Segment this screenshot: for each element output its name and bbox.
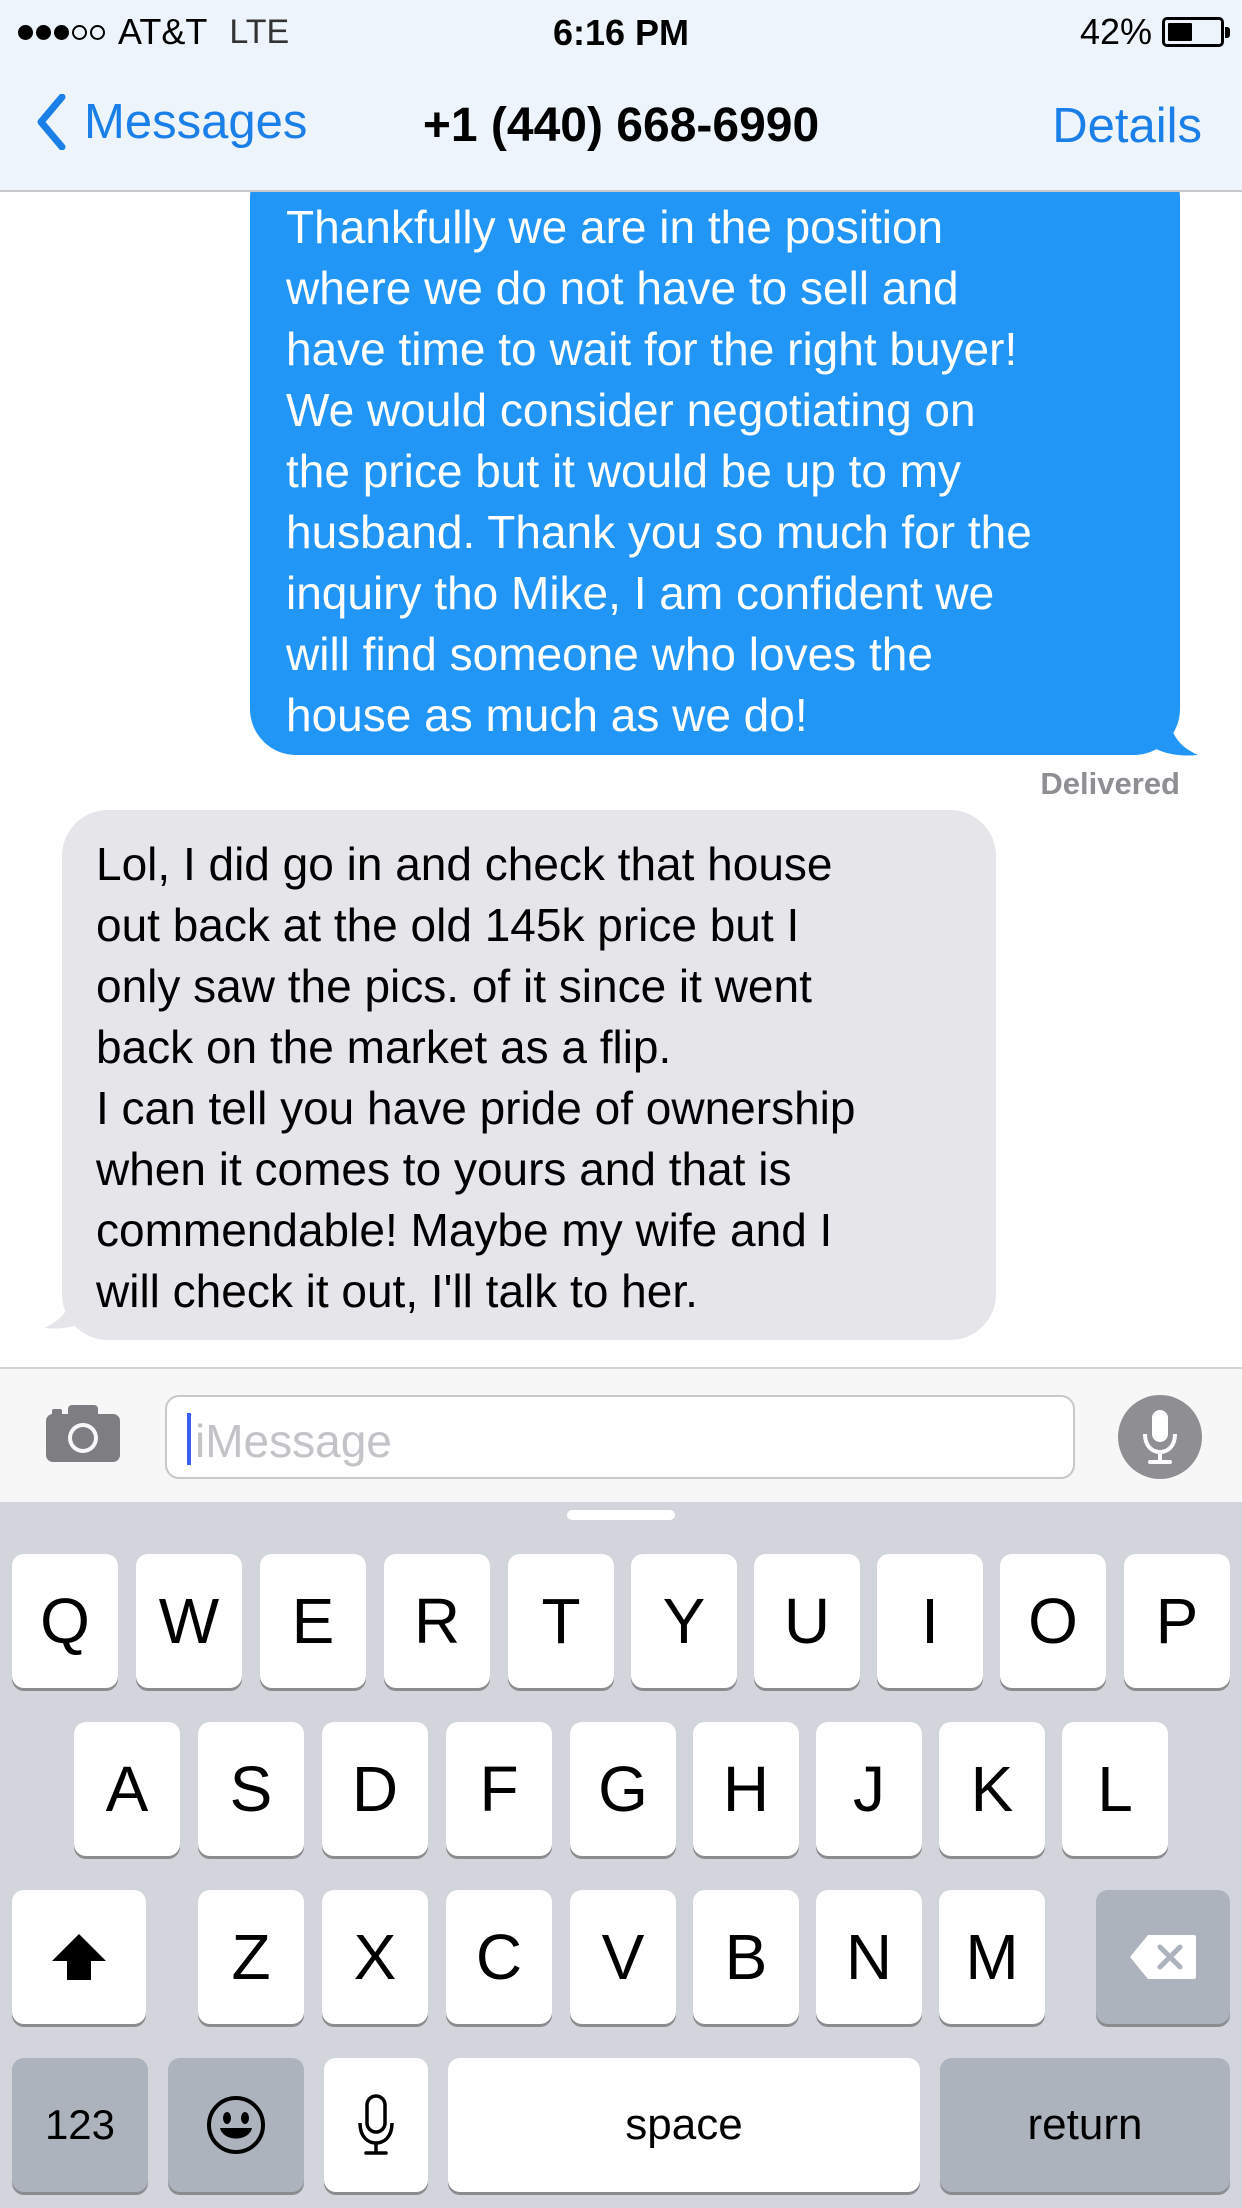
message-line: out back at the old 145k price but I — [96, 899, 800, 951]
key-v[interactable]: V — [570, 1890, 676, 2024]
keyboard: Q W E R T Y U I O P A S D F G H J K L Z … — [0, 1502, 1242, 2208]
backspace-icon — [1130, 1935, 1196, 1979]
text-caret — [187, 1413, 191, 1465]
message-line: will check it out, I'll talk to her. — [96, 1265, 698, 1317]
key-k[interactable]: K — [939, 1722, 1045, 1856]
message-line: only saw the pics. of it since it went — [96, 960, 812, 1012]
key-n[interactable]: N — [816, 1890, 922, 2024]
message-line: I can tell you have pride of ownership — [96, 1082, 856, 1134]
microphone-icon — [1143, 1410, 1177, 1464]
status-time: 6:16 PM — [552, 12, 690, 53]
key-p[interactable]: P — [1124, 1554, 1230, 1688]
key-i[interactable]: I — [877, 1554, 983, 1688]
keyboard-drag-handle[interactable] — [567, 1510, 675, 1520]
message-line: husband. Thank you so much for the — [286, 506, 1032, 558]
message-input[interactable]: iMessage — [165, 1395, 1075, 1479]
key-t[interactable]: T — [508, 1554, 614, 1688]
key-r[interactable]: R — [384, 1554, 490, 1688]
received-message-bubble[interactable]: Lol, I did go in and check that house ou… — [62, 810, 996, 1340]
camera-icon — [46, 1405, 120, 1462]
details-button[interactable]: Details — [1052, 98, 1202, 154]
message-line: back on the market as a flip. — [96, 1021, 672, 1073]
key-b[interactable]: B — [693, 1890, 799, 2024]
key-z[interactable]: Z — [198, 1890, 304, 2024]
key-d[interactable]: D — [322, 1722, 428, 1856]
message-line: house as much as we do! — [286, 689, 808, 741]
message-line: inquiry tho Mike, I am confident we — [286, 567, 995, 619]
delivery-status: Delivered — [1040, 766, 1180, 801]
key-h[interactable]: H — [693, 1722, 799, 1856]
key-o[interactable]: O — [1000, 1554, 1106, 1688]
message-line: commendable! Maybe my wife and I — [96, 1204, 833, 1256]
camera-button[interactable] — [44, 1402, 122, 1469]
key-y[interactable]: Y — [631, 1554, 737, 1688]
sent-bubble-tail — [1150, 715, 1198, 756]
dictation-key[interactable] — [324, 2058, 428, 2192]
battery-fill — [1168, 23, 1192, 41]
emoji-key[interactable] — [168, 2058, 304, 2192]
shift-key[interactable] — [12, 1890, 146, 2024]
message-line: Lol, I did go in and check that house — [96, 838, 833, 890]
voice-message-button[interactable] — [1118, 1395, 1202, 1479]
message-line: where we do not have to sell and — [286, 262, 959, 314]
battery-icon — [1162, 17, 1230, 47]
key-e[interactable]: E — [260, 1554, 366, 1688]
status-bar-right: 42% — [1079, 11, 1230, 52]
key-g[interactable]: G — [570, 1722, 676, 1856]
message-line: will find someone who loves the — [286, 628, 933, 680]
key-q[interactable]: Q — [12, 1554, 118, 1688]
space-key[interactable]: space — [448, 2058, 920, 2192]
message-line: when it comes to yours and that is — [96, 1143, 792, 1195]
message-line: We would consider negotiating on — [286, 384, 976, 436]
key-j[interactable]: J — [816, 1722, 922, 1856]
message-placeholder: iMessage — [195, 1415, 392, 1467]
smiley-icon — [207, 2096, 265, 2154]
numbers-key[interactable]: 123 — [12, 2058, 148, 2192]
key-w[interactable]: W — [136, 1554, 242, 1688]
navigation-header: AT&T LTE 6:16 PM 42% Messages +1 (440) 6… — [0, 0, 1242, 192]
message-line: the price but it would be up to my — [286, 445, 962, 497]
compose-bar: iMessage — [0, 1367, 1242, 1502]
key-l[interactable]: L — [1062, 1722, 1168, 1856]
shift-arrow-icon — [52, 1934, 106, 1980]
key-a[interactable]: A — [74, 1722, 180, 1856]
return-key[interactable]: return — [940, 2058, 1230, 2192]
key-c[interactable]: C — [446, 1890, 552, 2024]
delete-key[interactable] — [1096, 1890, 1230, 2024]
key-x[interactable]: X — [322, 1890, 428, 2024]
microphone-icon — [358, 2094, 394, 2155]
message-line: Thankfully we are in the position — [286, 201, 944, 253]
key-f[interactable]: F — [446, 1722, 552, 1856]
message-line: have time to wait for the right buyer! — [286, 323, 1018, 375]
battery-nub — [1225, 27, 1230, 38]
key-s[interactable]: S — [198, 1722, 304, 1856]
sent-message-bubble[interactable]: Thankfully we are in the position where … — [250, 192, 1180, 755]
key-m[interactable]: M — [939, 1890, 1045, 2024]
conversation-view[interactable]: Thankfully we are in the position where … — [0, 192, 1242, 1367]
received-bubble-tail — [44, 1288, 92, 1329]
battery-percentage: 42% — [1079, 11, 1152, 52]
key-u[interactable]: U — [754, 1554, 860, 1688]
